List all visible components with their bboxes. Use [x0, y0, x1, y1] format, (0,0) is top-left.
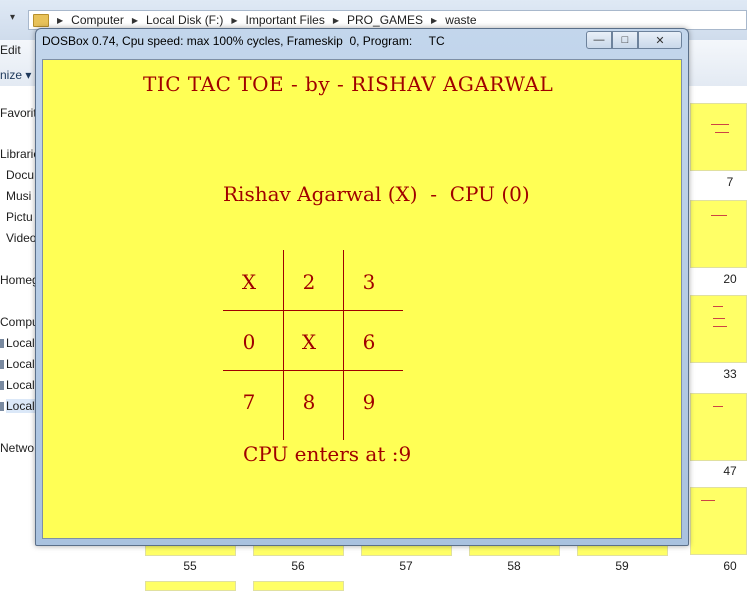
- board-cell[interactable]: 0: [219, 312, 279, 372]
- window-title: DOSBox 0.74, Cpu speed: max 100% cycles,…: [42, 34, 445, 48]
- breadcrumb-pro-games[interactable]: PRO_GAMES: [347, 13, 423, 27]
- file-thumbnail[interactable]: [690, 103, 747, 171]
- file-label[interactable]: 33: [710, 367, 747, 381]
- close-button[interactable]: ✕: [638, 31, 682, 49]
- sidebar-item-local-disk[interactable]: Local: [0, 336, 35, 350]
- chevron-right-icon[interactable]: ▶: [132, 16, 138, 25]
- file-label[interactable]: 7: [710, 175, 747, 189]
- window-controls: — □ ✕: [586, 31, 682, 49]
- chevron-right-icon[interactable]: ▶: [431, 16, 437, 25]
- status-message: CPU enters at :9: [243, 442, 412, 466]
- file-thumbnail[interactable]: [690, 295, 747, 363]
- board-cell[interactable]: 8: [279, 372, 339, 432]
- file-thumbnail[interactable]: [253, 581, 344, 591]
- minimize-icon: —: [593, 34, 605, 46]
- file-thumbnail[interactable]: [690, 393, 747, 461]
- breadcrumb-local-disk[interactable]: Local Disk (F:): [146, 13, 223, 27]
- file-label[interactable]: 59: [602, 559, 642, 573]
- chevron-down-icon[interactable]: ▾: [10, 12, 15, 23]
- sidebar-item-local-disk-selected[interactable]: Local: [0, 399, 35, 413]
- sidebar-item-pictures[interactable]: Pictu: [6, 210, 33, 224]
- breadcrumb-waste[interactable]: waste: [445, 13, 476, 27]
- sidebar-item-homegroup[interactable]: Homeg: [0, 273, 39, 287]
- board-cell[interactable]: 9: [339, 372, 399, 432]
- breadcrumb-important-files[interactable]: Important Files: [246, 13, 325, 27]
- players-line: Rishav Agarwal (X) - CPU (0): [223, 182, 530, 206]
- sidebar-item-computer[interactable]: Compu: [0, 315, 39, 329]
- sidebar-item-local-disk[interactable]: Local: [0, 357, 35, 371]
- file-label[interactable]: 20: [710, 272, 747, 286]
- maximize-icon: □: [621, 34, 629, 46]
- file-label[interactable]: 58: [494, 559, 534, 573]
- file-label[interactable]: 47: [710, 464, 747, 478]
- file-label[interactable]: 56: [278, 559, 318, 573]
- nav-history[interactable]: ▾: [0, 10, 24, 30]
- organize-button[interactable]: nize ▾: [0, 68, 31, 82]
- breadcrumb-computer[interactable]: Computer: [71, 13, 124, 27]
- file-label[interactable]: 57: [386, 559, 426, 573]
- sidebar-item-documents[interactable]: Docu: [6, 168, 34, 182]
- chevron-right-icon[interactable]: ▶: [231, 16, 237, 25]
- sidebar-item-network[interactable]: Netwo: [0, 441, 34, 455]
- chevron-right-icon[interactable]: ▶: [57, 16, 63, 25]
- dos-screen[interactable]: TIC TAC TOE - by - RISHAV AGARWAL Rishav…: [42, 59, 682, 539]
- menu-edit[interactable]: Edit: [0, 43, 21, 57]
- file-thumbnail[interactable]: [690, 200, 747, 268]
- sidebar-item-local-disk[interactable]: Local: [0, 378, 35, 392]
- game-title: TIC TAC TOE - by - RISHAV AGARWAL: [143, 72, 554, 96]
- board-cell[interactable]: 6: [339, 312, 399, 372]
- board-cell[interactable]: X: [279, 312, 339, 372]
- file-thumbnail[interactable]: [690, 487, 747, 555]
- chevron-right-icon[interactable]: ▶: [333, 16, 339, 25]
- file-label[interactable]: 55: [170, 559, 210, 573]
- minimize-button[interactable]: —: [586, 31, 612, 49]
- sidebar-item-videos[interactable]: Video: [6, 231, 36, 245]
- maximize-button[interactable]: □: [612, 31, 638, 49]
- board-cell[interactable]: 3: [339, 252, 399, 312]
- board-cell[interactable]: 2: [279, 252, 339, 312]
- dosbox-window: DOSBox 0.74, Cpu speed: max 100% cycles,…: [35, 28, 689, 546]
- file-thumbnail[interactable]: [145, 581, 236, 591]
- close-icon: ✕: [655, 34, 665, 47]
- board-cell[interactable]: 7: [219, 372, 279, 432]
- folder-icon: [33, 13, 49, 27]
- address-bar[interactable]: ▶ Computer ▶ Local Disk (F:) ▶ Important…: [28, 10, 747, 30]
- file-label[interactable]: 60: [710, 559, 747, 573]
- sidebar-item-music[interactable]: Musi: [6, 189, 31, 203]
- board-cell[interactable]: X: [219, 252, 279, 312]
